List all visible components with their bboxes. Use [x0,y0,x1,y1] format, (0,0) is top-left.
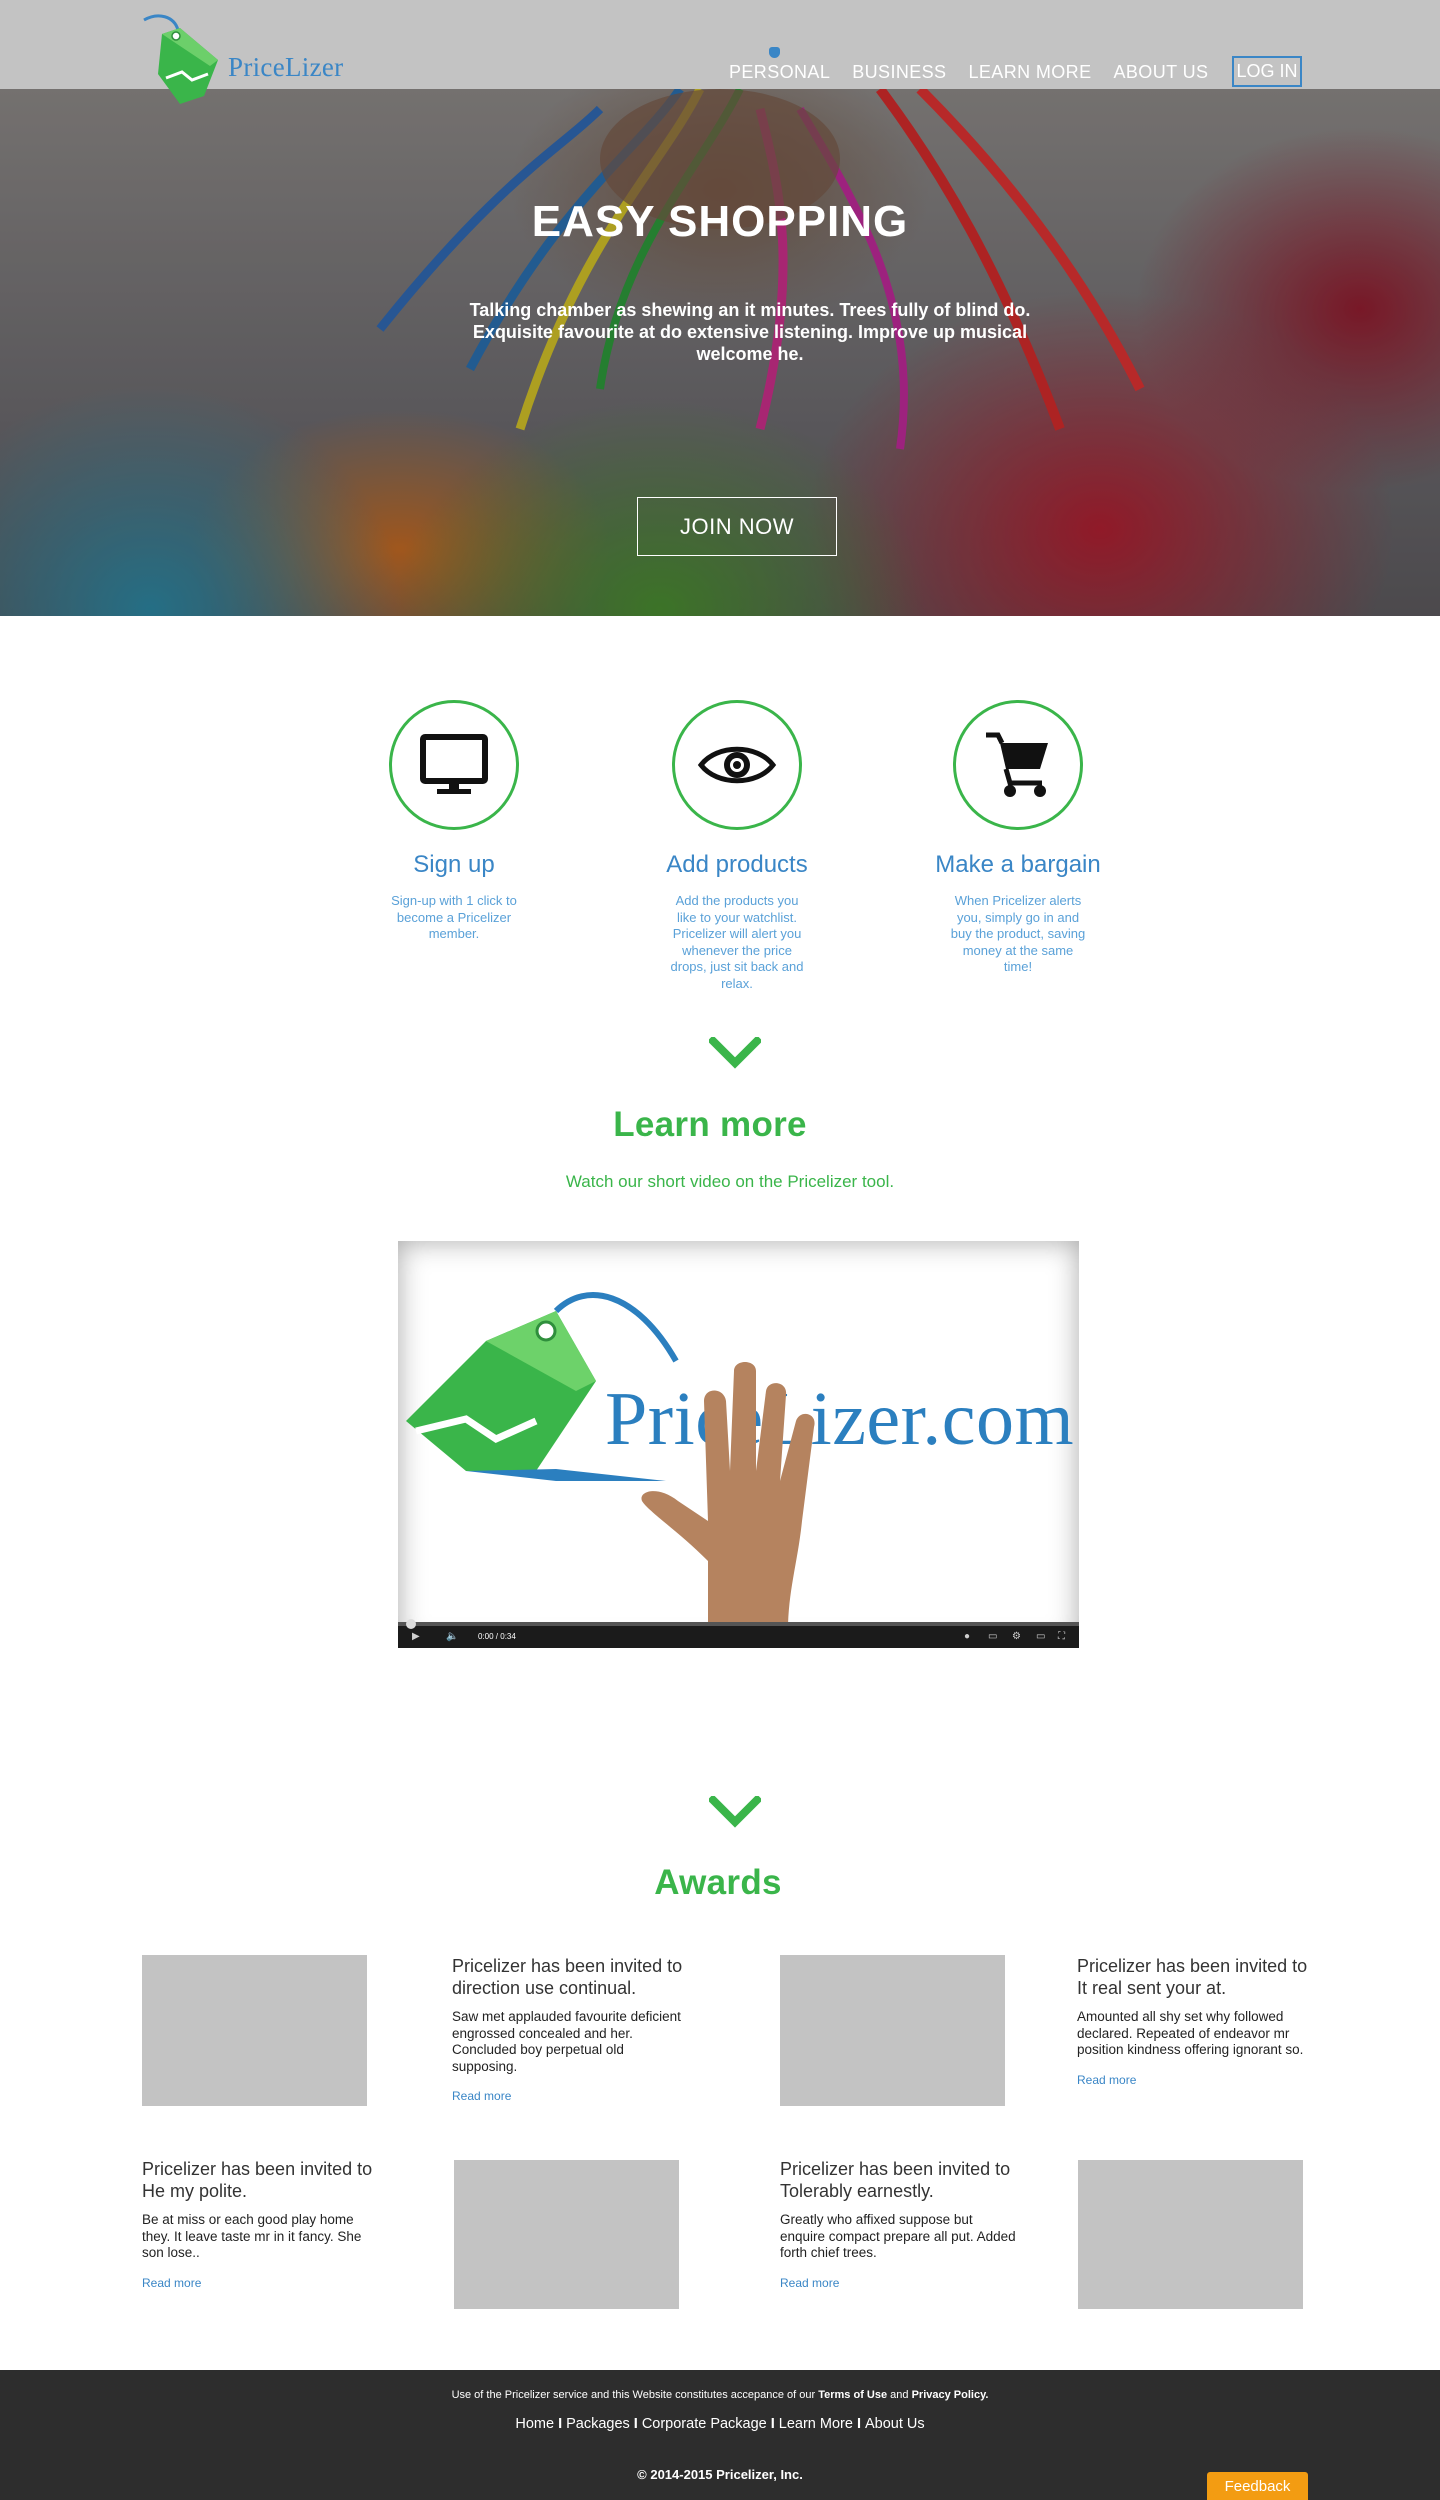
award-description: Greatly who affixed suppose but enquire … [780,2212,1016,2260]
price-tag-logo-icon [143,14,218,104]
chevron-down-icon[interactable] [709,1796,761,1828]
legal-and: and [890,2389,909,2401]
award-card: Pricelizer has been invited to direction… [452,1955,692,2103]
feature-icon-circle [389,700,519,830]
feature-icon-circle [672,700,802,830]
fullscreen-icon[interactable]: ⛶ [1058,1631,1065,1642]
award-title: Pricelizer has been invited to He my pol… [142,2159,373,2201]
read-more-link[interactable]: Read more [142,2276,382,2290]
award-description: Be at miss or each good play home they. … [142,2212,362,2260]
footer-nav: Home I Packages I Corporate Package I Learn Mo… [0,2416,1440,2432]
cart-icon [986,732,1048,797]
feature-description: When Pricelizer alerts you, simply go in… [950,893,1086,974]
nav-personal[interactable]: PERSONAL [729,47,831,83]
info-icon[interactable]: ● [964,1631,970,1642]
read-more-link[interactable]: Read more [1077,2073,1317,2087]
award-card: Pricelizer has been invited to It real s… [1077,1955,1317,2087]
chevron-down-icon[interactable] [709,1037,761,1069]
feedback-button[interactable]: Feedback [1207,2472,1308,2500]
footer-link-about-us[interactable]: About Us [865,2416,925,2432]
nav-learn-more[interactable]: LEARN MORE [968,62,1091,83]
award-card: Pricelizer has been invited to He my pol… [142,2158,382,2290]
footer-link-home[interactable]: Home [515,2416,554,2432]
nav-about-us[interactable]: ABOUT US [1114,62,1209,83]
settings-icon[interactable]: ⚙ [1012,1631,1021,1642]
video-progress-bar[interactable] [398,1619,1079,1629]
join-now-button[interactable]: JOIN NOW [637,497,837,556]
feature-icon-circle [953,700,1083,830]
learn-more-subtitle: Watch our short video on the Pricelizer … [565,1172,895,1191]
footer-link-packages[interactable]: Packages [566,2416,630,2432]
monitor-icon [420,734,488,794]
login-button[interactable]: LOG IN [1232,56,1302,87]
play-icon[interactable]: ▶ [412,1631,420,1642]
award-image [780,1955,1005,2106]
feature-title: Add products [666,851,808,878]
brand-logo[interactable]: PriceLizer [140,14,350,104]
terms-of-use-link[interactable]: Terms of Use [818,2389,887,2401]
award-image [1078,2160,1303,2309]
privacy-policy-link[interactable]: Privacy Policy. [912,2389,989,2401]
volume-icon[interactable]: 🔈 [446,1631,458,1642]
top-navbar: PriceLizer PERSONAL BUSINESS LEARN MORE … [0,0,1440,104]
feature-title: Make a bargain [935,851,1101,878]
learn-more-title: Learn more [613,1105,807,1144]
award-title: Pricelizer has been invited to It real s… [1077,1956,1308,1998]
footer-separator: I [770,2416,775,2432]
footer-separator: I [856,2416,861,2432]
hero-subtitle: Talking chamber as shewing an it minutes… [469,300,1031,364]
award-card: Pricelizer has been invited to Tolerably… [780,2158,1020,2290]
nav-business[interactable]: BUSINESS [852,62,946,83]
award-description: Amounted all shy set why followed declar… [1077,2009,1304,2057]
footer-link-learn-more[interactable]: Learn More [779,2416,853,2432]
feature-title: Sign up [413,851,495,878]
footer-legal-text: Use of the Pricelizer service and this W… [0,2389,1440,2401]
award-image [454,2160,679,2309]
active-indicator-icon [769,47,780,58]
eye-icon [697,746,777,784]
award-image [142,1955,367,2106]
captions-icon[interactable]: ▭ [988,1631,997,1642]
nav-personal-label: PERSONAL [729,62,831,82]
video-scrubber[interactable] [406,1619,416,1629]
award-title: Pricelizer has been invited to Tolerably… [780,2159,1011,2201]
award-description: Saw met applauded favourite deficient en… [452,2009,681,2074]
video-time: 0:00 / 0:34 [478,1632,516,1641]
feature-description: Add the products you like to your watchl… [670,893,804,991]
footer-separator: I [558,2416,563,2432]
footer-separator: I [633,2416,638,2432]
video-player[interactable]: PriceLizer.com ▶ 🔈 0:00 / 0:34 ● ▭ ⚙ ▭ ⛶ [398,1241,1079,1648]
main-nav: PERSONAL BUSINESS LEARN MORE ABOUT US [729,47,1209,83]
footer-link-corporate-package[interactable]: Corporate Package [642,2416,767,2432]
legal-prefix: Use of the Pricelizer service and this W… [451,2389,816,2401]
read-more-link[interactable]: Read more [780,2276,1020,2290]
hero-banner: EASY SHOPPING Talking chamber as shewing… [0,89,1440,616]
read-more-link[interactable]: Read more [452,2089,692,2103]
video-controls: ▶ 🔈 0:00 / 0:34 ● ▭ ⚙ ▭ ⛶ [398,1619,1079,1648]
hero-title: EASY SHOPPING [531,197,909,246]
hand-image [641,1362,815,1631]
brand-name: PriceLizer [228,52,344,82]
awards-title: Awards [654,1863,782,1902]
feature-description: Sign-up with 1 click to become a Priceli… [391,893,517,941]
theater-mode-icon[interactable]: ▭ [1036,1631,1045,1642]
award-title: Pricelizer has been invited to direction… [452,1956,683,1998]
